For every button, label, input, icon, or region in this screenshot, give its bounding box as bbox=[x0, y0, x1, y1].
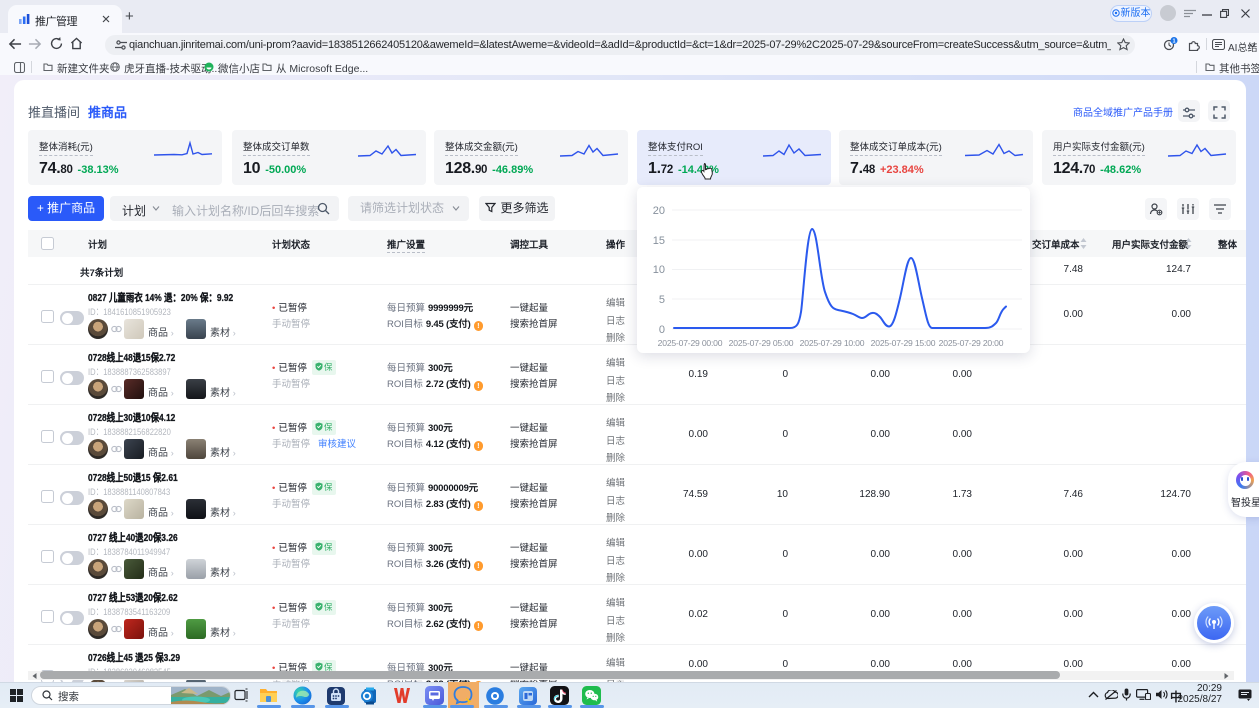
svg-text:2025-07-29 05:00: 2025-07-29 05:00 bbox=[729, 338, 794, 348]
svg-text:2025-07-29 10:00: 2025-07-29 10:00 bbox=[800, 338, 865, 348]
svg-text:2025-07-29 20:00: 2025-07-29 20:00 bbox=[939, 338, 1004, 348]
svg-text:2025-07-29 00:00: 2025-07-29 00:00 bbox=[658, 338, 723, 348]
svg-text:0: 0 bbox=[659, 324, 665, 336]
svg-text:1: 1 bbox=[1172, 39, 1175, 45]
svg-text:15: 15 bbox=[653, 235, 665, 247]
svg-text:2025-07-29 15:00: 2025-07-29 15:00 bbox=[871, 338, 936, 348]
svg-text:5: 5 bbox=[659, 294, 665, 306]
svg-text:10: 10 bbox=[653, 264, 665, 276]
svg-text:20: 20 bbox=[653, 205, 665, 217]
